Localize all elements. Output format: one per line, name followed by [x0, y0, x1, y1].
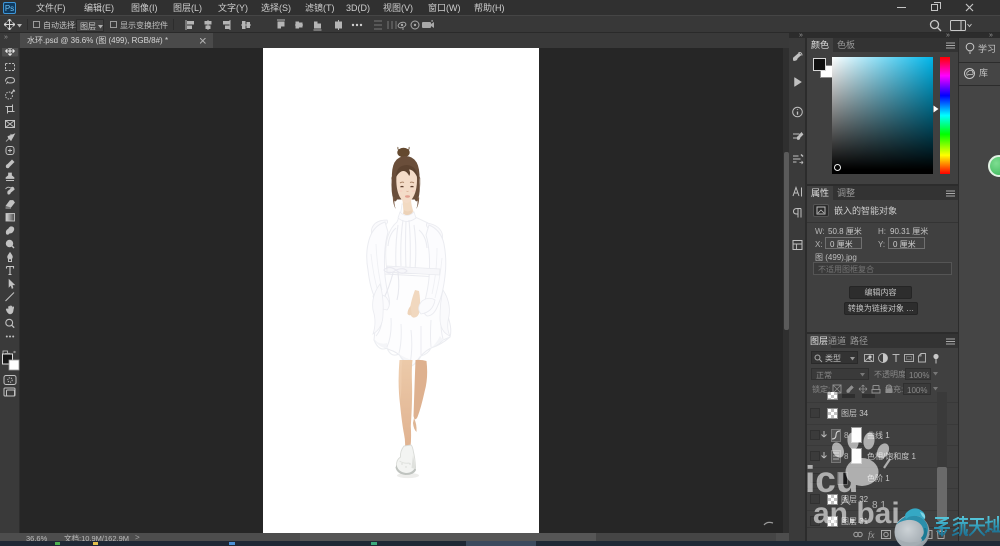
svg-text:icu: icu	[805, 459, 858, 500]
svg-text:人: 人	[840, 494, 851, 507]
